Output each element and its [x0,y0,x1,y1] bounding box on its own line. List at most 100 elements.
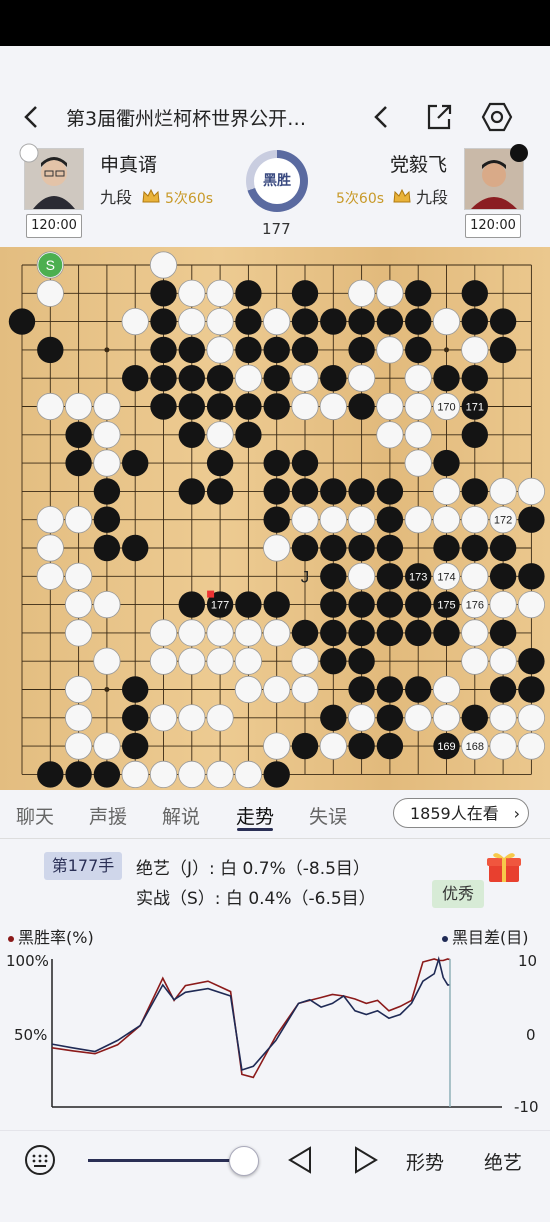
white-stone [93,449,121,477]
white-stone [291,506,319,534]
keyboard-icon[interactable] [24,1144,56,1176]
black-stone [518,676,545,703]
situation-button[interactable]: 形势 [406,1148,444,1175]
black-stone [376,506,404,533]
black-stone [291,308,319,335]
black-stone [235,421,262,448]
black-stone [376,308,404,335]
black-stone [178,591,205,618]
black-stone [206,393,234,420]
move-number-label: 173 [409,571,427,583]
white-stone [121,760,149,789]
chevron-right-icon: › [513,804,520,823]
white-stone [347,562,376,590]
trend-chart[interactable] [50,955,510,1110]
tab-support[interactable]: 声援 [89,802,127,829]
black-stone [93,761,121,788]
black-stone [348,732,375,760]
black-stone [433,619,460,647]
watchers-button[interactable]: 1859人在看 › [393,798,529,828]
black-stone [8,308,36,335]
white-stone [461,336,489,364]
black-stone [405,280,432,307]
black-stone [461,421,488,448]
jueyi-button[interactable]: 绝艺 [484,1148,522,1175]
tab-trend[interactable]: 走势 [236,802,274,829]
tab-commentary[interactable]: 解说 [162,802,200,829]
white-stone [65,562,93,590]
black-stone [518,506,545,533]
move-slider-knob[interactable] [229,1146,259,1176]
black-stone [122,704,149,731]
settings-icon[interactable] [480,100,514,134]
black-stone [150,365,177,392]
top-nav: 第3届衢州烂柯杯世界公开… [0,98,550,138]
black-stone [461,308,488,335]
black-stone [291,534,319,562]
black-stone [122,449,149,477]
black-stone-indicator-icon [19,143,39,163]
white-stone [234,619,262,647]
white-stone [347,704,376,732]
black-stone [433,534,460,562]
gift-icon[interactable] [486,850,522,884]
last-move-marker [207,590,215,598]
white-stone [432,506,461,534]
black-stone [376,478,404,505]
white-stone [234,675,262,704]
move-number-label: 168 [466,741,484,753]
back-arrow-icon[interactable] [18,102,46,132]
black-stone [291,280,319,307]
white-stone [93,392,121,421]
tab-chat[interactable]: 聊天 [16,802,54,829]
black-stone [178,393,205,420]
white-stone [517,704,546,732]
white-stone [206,421,234,449]
y-right-tick-neg10: -10 [514,1098,539,1116]
black-stone [291,478,319,505]
go-board[interactable]: 170 171 172 173 174 175 176 177 169 168 S J [0,247,550,790]
move-rating-badge: 优秀 [432,880,484,908]
black-stone [320,308,347,335]
black-stone [348,336,375,364]
white-stone [178,760,206,789]
black-stone [376,563,404,590]
black-stone [320,563,347,590]
black-stone [178,365,205,392]
move-slider-track[interactable] [88,1159,244,1162]
white-stone [489,704,517,732]
black-stone [461,704,488,731]
black-stone [122,676,149,703]
white-stone [489,477,517,505]
white-player-rank: 九段 [416,188,449,207]
bottom-bar [0,1130,550,1191]
black-stone [320,704,347,731]
go-board-svg[interactable]: 170 171 172 173 174 175 176 177 169 168 S J [0,247,550,790]
previous-move-icon[interactable] [284,1144,316,1176]
black-stone [518,563,545,590]
previous-arrow-icon[interactable] [368,102,396,132]
black-stone [263,761,290,788]
white-stone [489,732,517,760]
white-stone [178,279,206,307]
black-stone [489,563,517,590]
black-stone [235,393,262,420]
white-stone [432,704,461,732]
black-stone [37,336,64,364]
black-stone [291,732,319,760]
black-stone [461,534,488,562]
tab-mistakes[interactable]: 失误 [309,802,347,829]
white-stone [206,307,234,336]
white-stone [376,336,404,364]
white-stone [234,364,262,392]
black-stone [405,619,432,647]
share-icon[interactable] [424,102,454,132]
black-stone [320,478,347,505]
white-stone [121,307,149,336]
next-move-icon[interactable] [350,1144,382,1176]
black-stone [489,308,517,335]
black-stone [150,308,177,335]
white-stone [489,590,517,619]
status-bar [0,0,550,46]
black-stone [65,761,92,788]
